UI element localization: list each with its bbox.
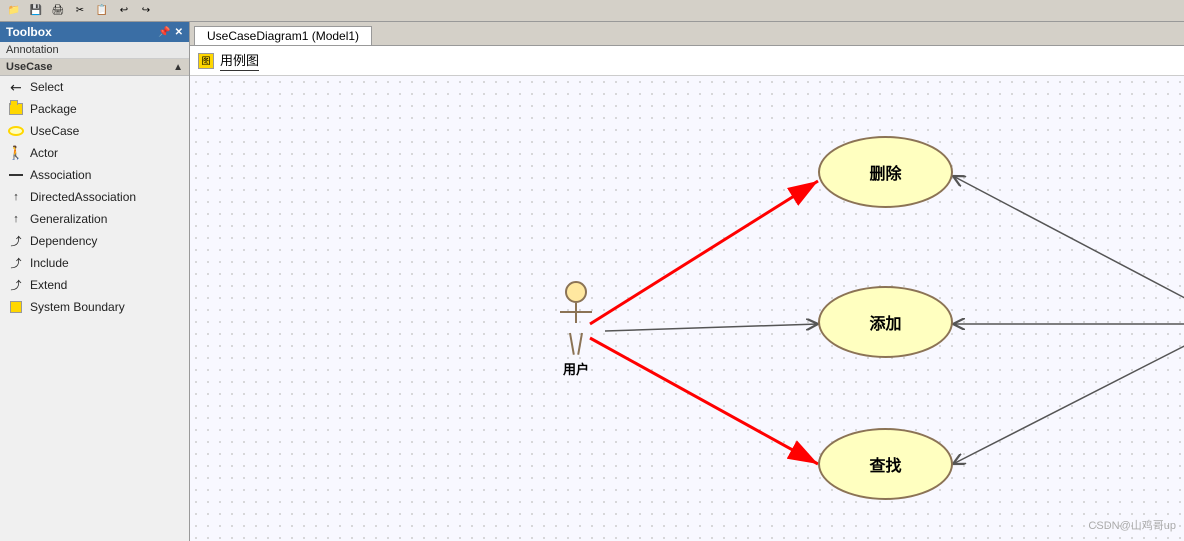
toolbox-item-dependency[interactable]: ⤴ Dependency [0, 230, 189, 252]
actor-user-torso [575, 303, 577, 323]
select-icon: ↖ [8, 79, 24, 95]
association-label: Association [30, 168, 91, 182]
diagram-header: 图 用例图 [190, 46, 1184, 76]
dependency-icon: ⤴ [8, 233, 24, 249]
toolbar-btn-5[interactable]: 📋 [92, 2, 112, 20]
toolbar-btn-6[interactable]: ↩ [114, 2, 134, 20]
usecase-icon [8, 123, 24, 139]
toolbox-header: Toolbox 📌 ✕ [0, 22, 189, 42]
main-container: 📁 💾 🖨 ✂ 📋 ↩ ↪ Toolbox 📌 ✕ Annotation Use… [0, 0, 1184, 541]
watermark: CSDN@山鸡哥up [1088, 517, 1176, 533]
content-area: Toolbox 📌 ✕ Annotation UseCase ▲ ↖ Selec… [0, 22, 1184, 541]
usecase-label: UseCase [30, 124, 79, 138]
actor-user-head [565, 281, 587, 303]
directed-label: DirectedAssociation [30, 190, 136, 204]
dependency-label: Dependency [30, 234, 97, 248]
actor-user-leg-right [577, 333, 583, 355]
tab-bar: UseCaseDiagram1 (Model1) [190, 22, 1184, 46]
toolbox-item-select[interactable]: ↖ Select [0, 76, 189, 98]
arrows-svg [190, 76, 1184, 541]
arrow-user-delete [590, 181, 818, 324]
generalization-label: Generalization [30, 212, 107, 226]
directed-assoc-icon: ↑ [8, 189, 24, 205]
toolbox-item-directed[interactable]: ↑ DirectedAssociation [0, 186, 189, 208]
diagram-tab[interactable]: UseCaseDiagram1 (Model1) [194, 26, 372, 45]
right-panel: UseCaseDiagram1 (Model1) 图 用例图 [190, 22, 1184, 541]
arrow-admin-delete [953, 176, 1184, 306]
actor-user-arms [560, 323, 592, 325]
toolbox-item-usecase[interactable]: UseCase [0, 120, 189, 142]
toolbox-section-annotation: Annotation [0, 42, 189, 59]
toolbar-btn-1[interactable]: 📁 [4, 2, 24, 20]
toolbar-btn-2[interactable]: 💾 [26, 2, 46, 20]
actor-user-label: 用户 [563, 359, 589, 378]
extend-icon: ⤴ [8, 277, 24, 293]
toolbox-item-actor[interactable]: 🚶 Actor [0, 142, 189, 164]
diagram-title: 用例图 [220, 50, 259, 71]
toolbox-panel: Toolbox 📌 ✕ Annotation UseCase ▲ ↖ Selec… [0, 22, 190, 541]
actor-user-legs [569, 333, 583, 355]
toolbar-btn-4[interactable]: ✂ [70, 2, 90, 20]
usecase-add[interactable]: 添加 [818, 286, 953, 358]
system-boundary-icon [8, 299, 24, 315]
package-icon [8, 101, 24, 117]
usecase-delete[interactable]: 删除 [818, 136, 953, 208]
arrow-admin-search [953, 338, 1184, 464]
usecase-delete-label: 删除 [869, 160, 901, 184]
diagram-icon-text: 图 [201, 54, 210, 67]
actor-user-body [560, 303, 592, 355]
toolbox-item-association[interactable]: Association [0, 164, 189, 186]
include-label: Include [30, 256, 69, 270]
toolbox-group-usecase: UseCase ▲ [0, 59, 189, 76]
package-label: Package [30, 102, 77, 116]
extend-label: Extend [30, 278, 67, 292]
toolbox-item-include[interactable]: ⤴ Include [0, 252, 189, 274]
usecase-add-label: 添加 [869, 310, 901, 334]
toolbox-title: Toolbox [6, 25, 52, 39]
arrow-user-search [590, 338, 818, 464]
include-icon: ⤴ [8, 255, 24, 271]
pin-icon[interactable]: 📌 [158, 27, 170, 38]
toolbox-group-label: UseCase [6, 61, 52, 73]
actor-user-arm-bar [560, 311, 592, 313]
arrow-user-add [605, 324, 818, 331]
toolbox-item-system-boundary[interactable]: System Boundary [0, 296, 189, 318]
diagram-type-icon: 图 [198, 53, 214, 69]
system-boundary-label: System Boundary [30, 300, 125, 314]
diagram-area: 图 用例图 [190, 46, 1184, 541]
close-icon[interactable]: ✕ [175, 27, 183, 38]
actor-user-leg-left [569, 333, 575, 355]
actor-icon: 🚶 [8, 145, 24, 161]
usecase-search-label: 查找 [869, 452, 901, 476]
actor-label: Actor [30, 146, 58, 160]
diagram-canvas[interactable]: 删除 添加 查找 [190, 76, 1184, 541]
toolbar-btn-7[interactable]: ↪ [136, 2, 156, 20]
toolbox-header-icons: 📌 ✕ [158, 27, 183, 38]
usecase-search[interactable]: 查找 [818, 428, 953, 500]
tab-label: UseCaseDiagram1 (Model1) [207, 29, 359, 43]
toolbox-item-extend[interactable]: ⤴ Extend [0, 274, 189, 296]
toolbox-scroll-icon[interactable]: ▲ [173, 62, 183, 73]
generalization-icon: ↑ [8, 211, 24, 227]
actor-user[interactable]: 用户 [560, 281, 592, 378]
toolbox-item-generalization[interactable]: ↑ Generalization [0, 208, 189, 230]
toolbox-item-package[interactable]: Package [0, 98, 189, 120]
toolbar-btn-3[interactable]: 🖨 [48, 2, 68, 20]
association-icon [8, 167, 24, 183]
toolbar-row: 📁 💾 🖨 ✂ 📋 ↩ ↪ [0, 0, 1184, 22]
select-label: Select [30, 80, 63, 94]
